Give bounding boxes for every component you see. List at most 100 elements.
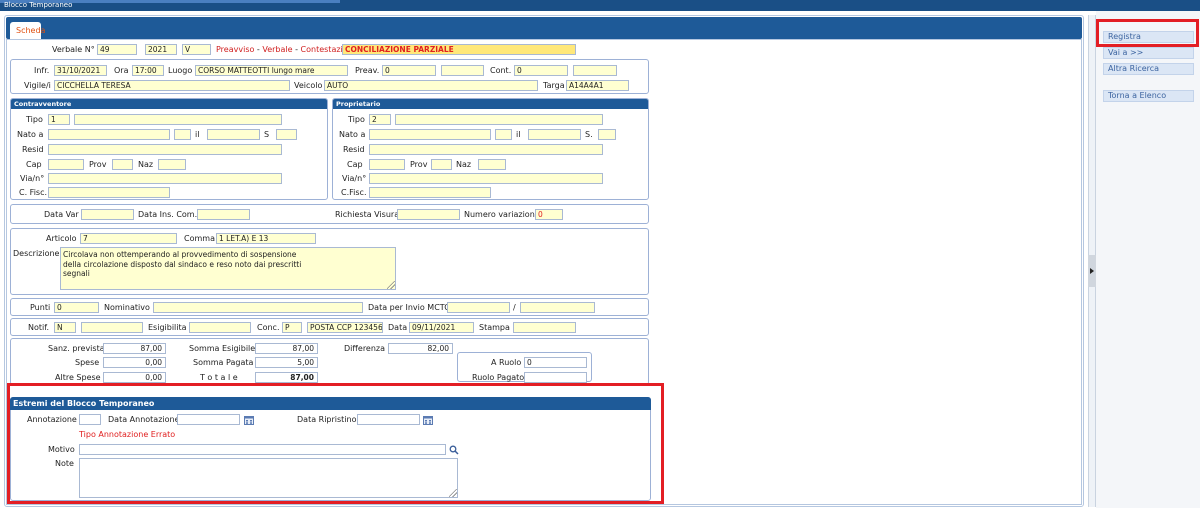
torna-a-elenco-button[interactable]: Torna a Elenco bbox=[1103, 90, 1194, 102]
window-title: Blocco Temporaneo bbox=[4, 1, 73, 9]
numero-variazioni-field[interactable]: 0 bbox=[535, 209, 563, 220]
altra-ricerca-button[interactable]: Altra Ricerca bbox=[1103, 63, 1194, 75]
contr-nato-prov-field[interactable] bbox=[174, 129, 191, 140]
articolo-label: Articolo bbox=[46, 234, 77, 243]
ruolo-pagato-field bbox=[524, 372, 587, 383]
data-ins-field[interactable] bbox=[197, 209, 250, 220]
prop-il-field[interactable] bbox=[528, 129, 581, 140]
contr-prov-field[interactable] bbox=[112, 159, 133, 170]
prop-via-label: Via/n° bbox=[342, 174, 367, 183]
prop-cap-field[interactable] bbox=[369, 159, 405, 170]
prop-nato-field[interactable] bbox=[369, 129, 491, 140]
differenza-field: 82,00 bbox=[388, 343, 453, 354]
contr-prov-label: Prov bbox=[89, 160, 107, 169]
descrizione-textarea[interactable]: Circolava non ottemperando al provvedime… bbox=[60, 247, 396, 290]
richiesta-visura-field[interactable] bbox=[397, 209, 460, 220]
prop-nato-prov-field[interactable] bbox=[495, 129, 512, 140]
data-mctc-label: Data per Invio MCTC bbox=[368, 303, 450, 312]
contr-resid-field[interactable] bbox=[48, 144, 282, 155]
prop-cf-field[interactable] bbox=[369, 187, 491, 198]
richiesta-visura-label: Richiesta Visura bbox=[335, 210, 400, 219]
veicolo-field[interactable]: AUTO bbox=[324, 80, 538, 91]
tab-scheda-label: Scheda bbox=[16, 26, 46, 35]
esigibilita-label: Esigibilita bbox=[148, 323, 187, 332]
sanz-prevista-field: 87,00 bbox=[103, 343, 166, 354]
prop-resid-label: Resid bbox=[343, 145, 365, 154]
contr-cap-field[interactable] bbox=[48, 159, 84, 170]
sanz-prevista-label: Sanz. prevista bbox=[48, 344, 105, 353]
resize-grip-icon[interactable] bbox=[387, 281, 395, 289]
prop-cf-label: C.Fisc. bbox=[341, 188, 367, 197]
altre-spese-label: Altre Spese bbox=[55, 373, 101, 382]
prop-tipo-field[interactable]: 2 bbox=[369, 114, 391, 125]
ora-field[interactable]: 17:00 bbox=[132, 65, 164, 76]
prop-s-label: S. bbox=[585, 130, 593, 139]
prop-tipo-label: Tipo bbox=[348, 115, 365, 124]
a-ruolo-label: A Ruolo bbox=[491, 358, 522, 367]
nominativo-label: Nominativo bbox=[104, 303, 150, 312]
nominativo-field[interactable] bbox=[153, 302, 363, 313]
prop-il-label: il bbox=[516, 130, 521, 139]
prop-via-field[interactable] bbox=[369, 173, 603, 184]
contr-il-field[interactable] bbox=[207, 129, 260, 140]
notif-field[interactable]: N bbox=[54, 322, 76, 333]
somma-pagata-field: 5,00 bbox=[255, 357, 318, 368]
prop-naz-label: Naz bbox=[456, 160, 472, 169]
contr-via-field[interactable] bbox=[48, 173, 282, 184]
verbale-number-field[interactable]: 49 bbox=[97, 44, 137, 55]
contr-name-field[interactable] bbox=[74, 114, 282, 125]
punti-field[interactable]: 0 bbox=[54, 302, 99, 313]
verbale-series-field[interactable]: V bbox=[182, 44, 211, 55]
contr-s-field[interactable] bbox=[276, 129, 297, 140]
prop-resid-field[interactable] bbox=[369, 144, 603, 155]
punti-label: Punti bbox=[30, 303, 51, 312]
vigile-field[interactable]: CICCHELLA TERESA bbox=[54, 80, 290, 91]
somma-esigibile-field: 87,00 bbox=[255, 343, 318, 354]
data-notifica-field[interactable]: 09/11/2021 bbox=[409, 322, 474, 333]
comma-label: Comma bbox=[184, 234, 215, 243]
data-notifica-label: Data bbox=[388, 323, 408, 332]
infr-label: Infr. bbox=[34, 66, 50, 75]
prop-naz-field[interactable] bbox=[478, 159, 506, 170]
cont-field[interactable]: 0 bbox=[514, 65, 568, 76]
contr-naz-field[interactable] bbox=[158, 159, 186, 170]
numero-variazioni-label: Numero variazioni bbox=[464, 210, 537, 219]
prop-name-field[interactable] bbox=[395, 114, 603, 125]
data-mctc-field-2[interactable] bbox=[520, 302, 595, 313]
collapse-arrow-icon[interactable] bbox=[1090, 268, 1094, 274]
luogo-field[interactable]: CORSO MATTEOTTI lungo mare bbox=[195, 65, 348, 76]
prop-s-field[interactable] bbox=[598, 129, 616, 140]
contr-cf-field[interactable] bbox=[48, 187, 170, 198]
contr-tipo-label: Tipo bbox=[26, 115, 43, 124]
contr-s-label: S bbox=[264, 130, 270, 139]
stampa-field[interactable] bbox=[513, 322, 576, 333]
data-var-field[interactable] bbox=[81, 209, 134, 220]
descrizione-line: segnali bbox=[63, 269, 90, 278]
prop-cap-label: Cap bbox=[347, 160, 363, 169]
comma-field[interactable]: 1 LET.A) E 13 bbox=[216, 233, 316, 244]
conc-label: Conc. bbox=[257, 323, 280, 332]
esigibilita-field[interactable] bbox=[189, 322, 251, 333]
cont-extra-field[interactable] bbox=[573, 65, 617, 76]
vigile-label: Vigile/i bbox=[24, 81, 51, 90]
conc-desc-field[interactable]: POSTA CCP 12345678 bbox=[307, 322, 383, 333]
contr-naz-label: Naz bbox=[138, 160, 154, 169]
verbale-status-field: CONCILIAZIONE PARZIALE bbox=[342, 44, 576, 55]
targa-field[interactable]: A14A4A1 bbox=[566, 80, 629, 91]
prop-prov-field[interactable] bbox=[431, 159, 452, 170]
stampa-label: Stampa bbox=[479, 323, 510, 332]
conc-field[interactable]: P bbox=[282, 322, 302, 333]
preav-extra-field[interactable] bbox=[441, 65, 484, 76]
verbale-year-field[interactable]: 2021 bbox=[145, 44, 177, 55]
contr-tipo-field[interactable]: 1 bbox=[48, 114, 70, 125]
preav-field[interactable]: 0 bbox=[382, 65, 436, 76]
infr-date-field[interactable]: 31/10/2021 bbox=[54, 65, 107, 76]
descrizione-line: della circolazione disposto dal sindaco … bbox=[63, 259, 302, 269]
data-mctc-field[interactable] bbox=[447, 302, 510, 313]
contr-nato-field[interactable] bbox=[48, 129, 170, 140]
articolo-field[interactable]: 7 bbox=[80, 233, 177, 244]
altre-spese-field: 0,00 bbox=[103, 372, 166, 383]
notif-desc-field[interactable] bbox=[81, 322, 143, 333]
vai-a-button[interactable]: Vai a >> bbox=[1103, 47, 1194, 59]
a-ruolo-field: 0 bbox=[524, 357, 587, 368]
